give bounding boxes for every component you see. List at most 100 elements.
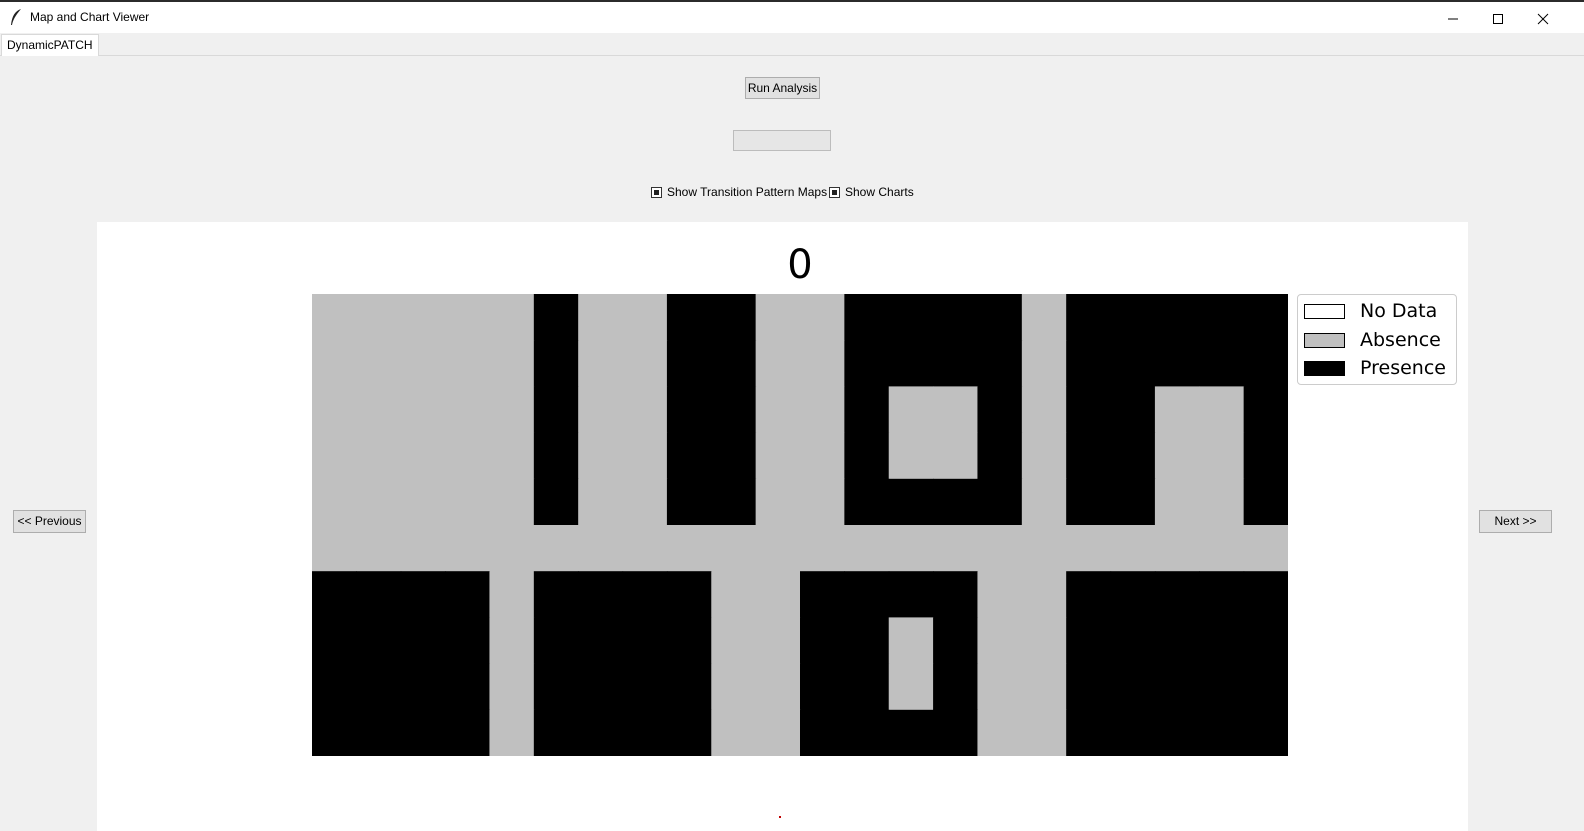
map-cell xyxy=(800,709,845,756)
map-cell xyxy=(578,617,624,665)
map-cell xyxy=(755,340,801,387)
legend-swatch xyxy=(1304,303,1345,319)
map-title: 0 xyxy=(787,242,813,288)
map-cell xyxy=(1066,432,1112,480)
close-button[interactable] xyxy=(1520,4,1566,33)
map-cell xyxy=(445,617,491,665)
show-charts-check-box[interactable] xyxy=(829,186,840,198)
map-cell xyxy=(977,525,1023,572)
map-cell xyxy=(578,709,624,756)
map-cell xyxy=(533,617,579,665)
map-cell xyxy=(1021,709,1067,756)
legend-item-no-data: No Data xyxy=(1304,300,1437,322)
show-maps-check-box[interactable] xyxy=(651,186,662,198)
map-cell xyxy=(666,478,712,526)
map-cell xyxy=(400,663,446,711)
map-cell xyxy=(1243,294,1288,341)
map-cell xyxy=(356,340,402,387)
show-maps-checkbox[interactable]: Show Transition Pattern Maps xyxy=(651,184,827,200)
map-cell xyxy=(800,478,845,526)
map-cell xyxy=(933,663,979,711)
map-cell xyxy=(888,617,934,665)
map-cell xyxy=(711,663,757,711)
map-cell xyxy=(489,432,535,480)
transition-pattern-map xyxy=(312,294,1288,756)
map-cell xyxy=(666,340,712,387)
map-cell xyxy=(445,525,491,572)
map-cell xyxy=(1199,709,1245,756)
map-cell xyxy=(800,663,845,711)
title-bar[interactable]: Map and Chart Viewer xyxy=(0,2,1584,33)
window-title: Map and Chart Viewer xyxy=(30,10,150,24)
map-cell xyxy=(1110,617,1156,665)
show-charts-checkbox[interactable]: Show Charts xyxy=(829,184,914,200)
map-cell xyxy=(622,386,668,434)
run-analysis-button[interactable]: Run Analysis xyxy=(745,77,820,99)
map-cell xyxy=(977,478,1023,526)
map-cell xyxy=(578,571,624,618)
map-cell xyxy=(933,525,979,572)
map-cell xyxy=(445,571,491,618)
map-cell xyxy=(1021,478,1067,526)
map-cell xyxy=(445,432,491,480)
map-cell xyxy=(578,525,624,572)
map-cell xyxy=(888,709,934,756)
map-cell xyxy=(400,340,446,387)
map-cell xyxy=(711,525,757,572)
check-mark-icon xyxy=(654,189,659,195)
map-cell xyxy=(622,340,668,387)
map-cell xyxy=(533,663,579,711)
map-cell xyxy=(933,432,979,480)
map-cell xyxy=(755,709,801,756)
map-cell xyxy=(666,525,712,572)
map-cell xyxy=(1199,478,1245,526)
map-cell xyxy=(755,525,801,572)
map-cell xyxy=(1199,617,1245,665)
map-cell xyxy=(1199,663,1245,711)
map-cell xyxy=(888,478,934,526)
map-cell xyxy=(622,432,668,480)
next-button[interactable]: Next >> xyxy=(1479,510,1552,533)
map-cell xyxy=(666,663,712,711)
map-cell xyxy=(1021,432,1067,480)
map-cell xyxy=(1021,525,1067,572)
map-cell xyxy=(844,478,890,526)
map-cell xyxy=(977,340,1023,387)
map-cell xyxy=(356,709,402,756)
map-cell xyxy=(666,571,712,618)
map-cell xyxy=(844,294,890,341)
map-cell xyxy=(1154,294,1200,341)
map-cell xyxy=(1021,386,1067,434)
map-cell xyxy=(445,294,491,341)
map-cell xyxy=(1199,432,1245,480)
map-cell xyxy=(312,386,357,434)
map-cell xyxy=(356,294,402,341)
map-cell xyxy=(755,386,801,434)
map-cell xyxy=(977,294,1023,341)
map-cell xyxy=(711,386,757,434)
tab-dynamicpatch[interactable]: DynamicPATCH xyxy=(1,34,99,56)
map-cell xyxy=(445,478,491,526)
map-cell xyxy=(800,432,845,480)
map-cell xyxy=(711,478,757,526)
map-cell xyxy=(844,663,890,711)
map-cell xyxy=(1021,571,1067,618)
map-cell xyxy=(1021,294,1067,341)
map-cell xyxy=(356,617,402,665)
map-cell xyxy=(888,340,934,387)
map-cell xyxy=(622,478,668,526)
map-cell xyxy=(933,294,979,341)
map-cell xyxy=(800,386,845,434)
map-cell xyxy=(1110,294,1156,341)
map-cell xyxy=(1243,525,1288,572)
map-cell xyxy=(400,709,446,756)
maximize-button[interactable] xyxy=(1475,4,1521,33)
minimize-button[interactable] xyxy=(1430,4,1476,33)
map-cell xyxy=(888,294,934,341)
map-cell xyxy=(1066,386,1112,434)
previous-button[interactable]: << Previous xyxy=(13,510,86,533)
map-cell xyxy=(622,525,668,572)
map-cell xyxy=(533,432,579,480)
map-cell xyxy=(1154,617,1200,665)
map-cell xyxy=(666,709,712,756)
